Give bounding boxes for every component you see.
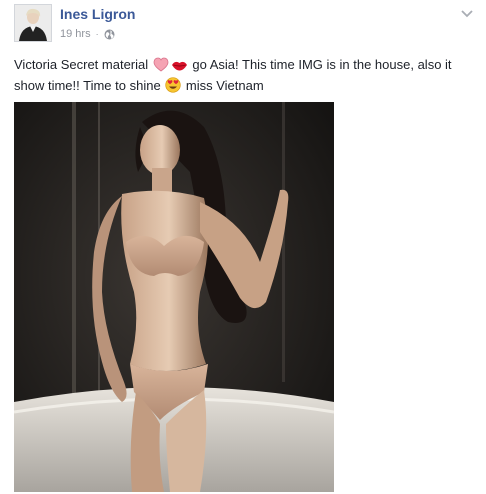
post-photo[interactable] — [14, 102, 334, 492]
post-body-text: Victoria Secret material go Asia! This t… — [14, 56, 482, 98]
heart-icon — [153, 57, 169, 77]
heart-eyes-icon — [165, 77, 181, 98]
post-author-name[interactable]: Ines Ligron — [60, 6, 135, 22]
kiss-lips-icon — [171, 59, 188, 77]
author-avatar[interactable] — [14, 4, 52, 42]
chevron-down-icon[interactable] — [460, 6, 474, 18]
post-photo-image — [14, 102, 334, 492]
post-timestamp[interactable]: 19 hrs — [60, 28, 91, 40]
post-text-part-3: miss Vietnam — [182, 78, 264, 93]
post-meta: 19 hrs · — [60, 28, 115, 40]
post-text-part-1: Victoria Secret material — [14, 57, 152, 72]
facebook-post: Ines Ligron 19 hrs · Victoria Secret mat… — [0, 0, 486, 494]
globe-icon[interactable] — [104, 29, 115, 40]
meta-separator: · — [95, 29, 99, 39]
